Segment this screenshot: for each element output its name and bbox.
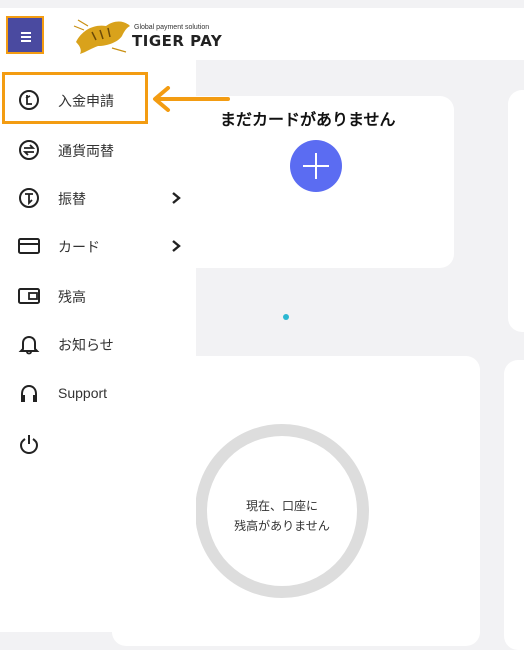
- side-panel-edge-2: [504, 360, 524, 650]
- highlight-box: [2, 72, 148, 124]
- wallet-icon: [18, 288, 40, 304]
- menu-toggle-button[interactable]: [6, 16, 44, 54]
- sidebar-item-label: Support: [58, 385, 108, 401]
- sidebar-item-label: お知らせ: [58, 337, 114, 353]
- sidebar-item-support[interactable]: Support: [0, 374, 196, 414]
- sidebar-item-logout[interactable]: [0, 424, 196, 464]
- chevron-right-icon: [172, 240, 181, 252]
- hamburger-icon: [21, 32, 31, 34]
- sidebar-item-label: 振替: [58, 191, 86, 207]
- side-panel-edge: [508, 90, 524, 332]
- sidebar-item-label: カード: [58, 239, 100, 255]
- sidebar-item-label: 通貨両替: [58, 143, 114, 159]
- logo-tagline: Global payment solution: [134, 24, 210, 31]
- logo-name: TIGER PAY: [132, 32, 223, 50]
- transfer-icon: [19, 188, 39, 208]
- no-card-title: まだカードがありません: [220, 112, 396, 129]
- arrow-left-icon: [153, 86, 230, 112]
- headset-icon: [21, 384, 37, 402]
- bell-icon: [18, 335, 40, 355]
- tiger-pay-logo[interactable]: Global payment solution TIGER PAY: [72, 12, 222, 58]
- add-card-button[interactable]: [290, 140, 342, 192]
- sidebar-item-exchange[interactable]: 通貨両替: [0, 130, 196, 170]
- sidebar-item-balance[interactable]: 残高: [0, 276, 196, 316]
- exchange-icon: [19, 140, 39, 160]
- tiger-logo-icon: [73, 19, 130, 54]
- balance-empty-message: 現在、口座に 残高がありません: [234, 499, 330, 533]
- sidebar-item-transfer[interactable]: 振替: [0, 178, 196, 218]
- top-bar: Global payment solution TIGER PAY: [0, 8, 524, 60]
- sidebar-item-label: 残高: [58, 289, 86, 305]
- sidebar-item-notifications[interactable]: お知らせ: [0, 324, 196, 364]
- balance-donut-chart: 現在、口座に 残高がありません: [195, 424, 369, 598]
- carousel-dot[interactable]: [283, 314, 289, 320]
- sidebar-menu: 入金申請 通貨両替 振替 カード 残高 お知らせ Support: [0, 60, 196, 632]
- sidebar-item-card[interactable]: カード: [0, 226, 196, 266]
- card-icon: [18, 238, 40, 254]
- chevron-right-icon: [172, 192, 181, 204]
- power-icon: [19, 435, 39, 455]
